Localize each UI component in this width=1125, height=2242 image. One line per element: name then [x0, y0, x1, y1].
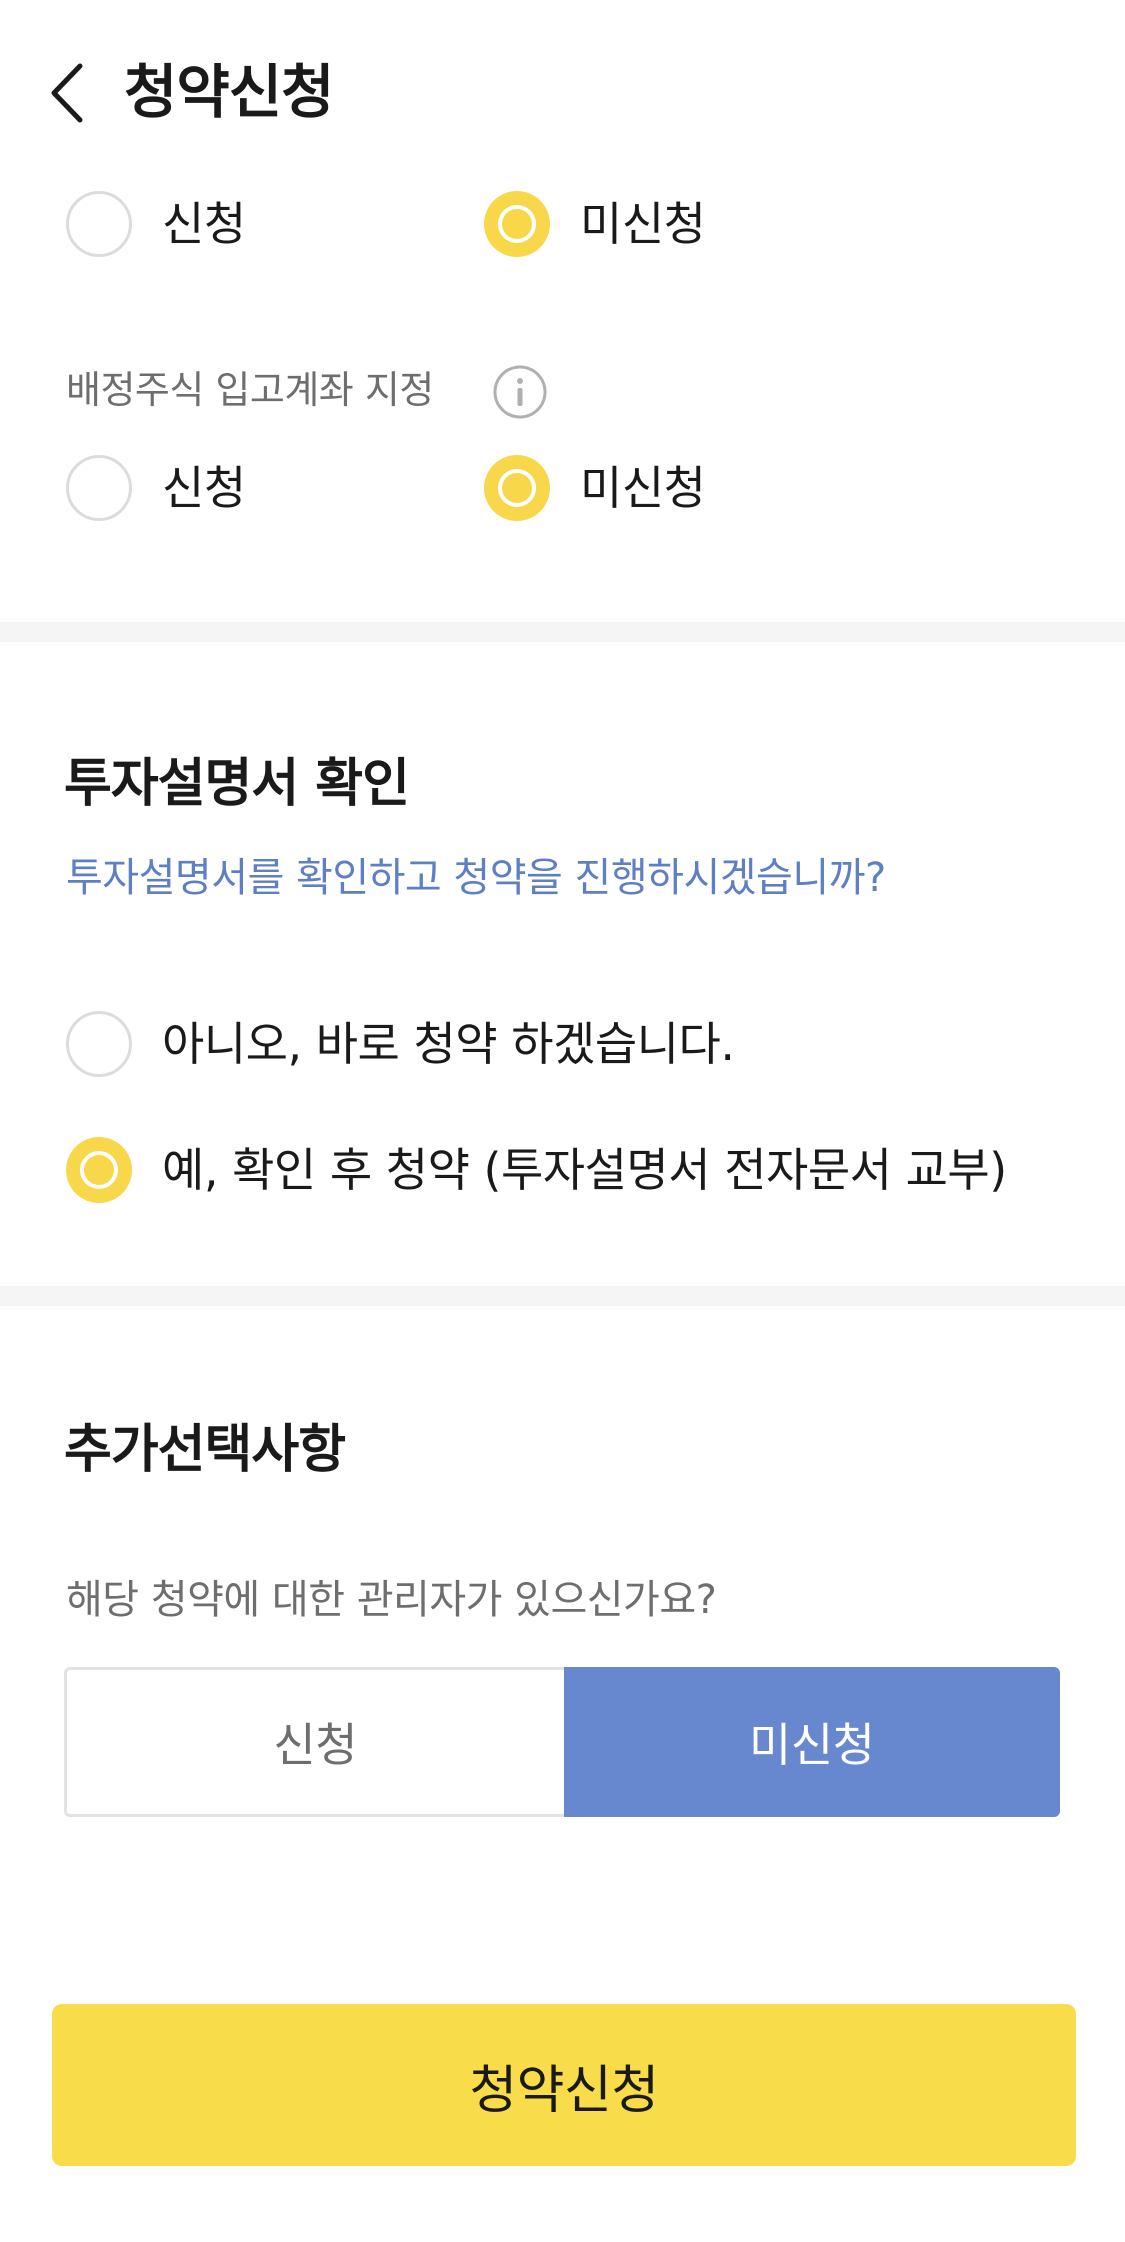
section-divider — [0, 1286, 1125, 1306]
prospectus-question: 투자설명서를 확인하고 청약을 진행하시겠습니까? — [66, 855, 886, 901]
radio-label: 아니오, 바로 청약 하겠습니다. — [162, 1017, 735, 1071]
radio-selected-icon — [484, 455, 550, 521]
radio-unselected-icon — [66, 455, 132, 521]
deposit-account-label: 배정주식 입고계좌 지정 — [66, 368, 434, 412]
radio-selected-icon — [484, 191, 550, 257]
radio-apply-2[interactable]: 신청 — [66, 448, 246, 528]
submit-subscription-button[interactable]: 청약신청 — [52, 2004, 1076, 2166]
prospectus-title: 투자설명서 확인 — [64, 754, 410, 814]
radio-yes-confirm[interactable]: 예, 확인 후 청약 (투자설명서 전자문서 교부) — [66, 1130, 1007, 1210]
page-title: 청약신청 — [124, 58, 334, 126]
radio-not-apply-2[interactable]: 미신청 — [484, 448, 706, 528]
radio-unselected-icon — [66, 191, 132, 257]
extra-title: 추가선택사항 — [64, 1420, 346, 1480]
radio-apply-1[interactable]: 신청 — [66, 184, 246, 264]
section-divider — [0, 622, 1125, 642]
segment-apply-button[interactable]: 신청 — [64, 1667, 564, 1817]
radio-not-apply-1[interactable]: 미신청 — [484, 184, 706, 264]
segment-not-apply-button[interactable]: 미신청 — [563, 1667, 1060, 1817]
radio-no-direct[interactable]: 아니오, 바로 청약 하겠습니다. — [66, 1004, 735, 1084]
radio-selected-icon — [66, 1137, 132, 1203]
radio-label: 미신청 — [580, 197, 706, 251]
radio-unselected-icon — [66, 1011, 132, 1077]
radio-label: 신청 — [162, 197, 246, 251]
header: 청약신청 — [0, 40, 1125, 144]
info-icon[interactable] — [492, 364, 548, 420]
radio-label: 신청 — [162, 461, 246, 515]
manager-segment: 신청 미신청 — [64, 1667, 1060, 1817]
chevron-left-icon — [51, 63, 83, 123]
back-button[interactable] — [40, 58, 100, 128]
manager-question: 해당 청약에 대한 관리자가 있으신가요? — [66, 1577, 717, 1623]
radio-label: 예, 확인 후 청약 (투자설명서 전자문서 교부) — [162, 1143, 1007, 1197]
subscription-page: 청약신청 신청 미신청 배정주식 입고계좌 지정 신청 미신청 투자설명서 확인… — [0, 0, 1125, 2242]
radio-label: 미신청 — [580, 461, 706, 515]
